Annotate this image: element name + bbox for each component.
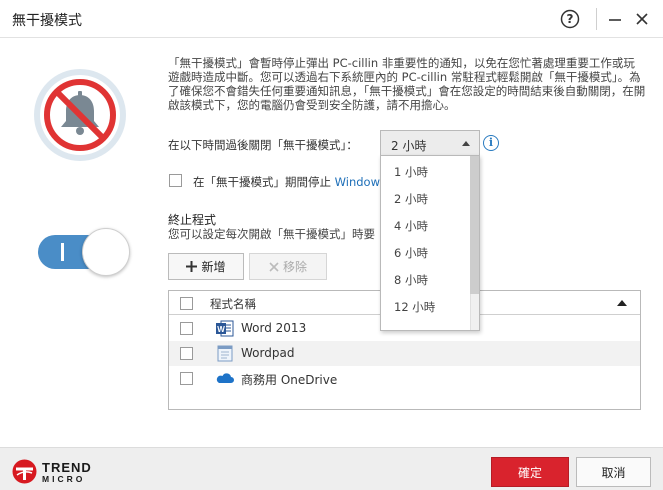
program-name: 商務用 OneDrive: [241, 373, 338, 387]
duration-selected-value: 2 小時: [391, 139, 427, 153]
program-name: Word 2013: [241, 321, 307, 335]
row-checkbox[interactable]: [180, 322, 193, 335]
column-program-name[interactable]: 程式名稱: [210, 296, 256, 312]
windows-update-link[interactable]: Windows: [335, 175, 386, 189]
close-button[interactable]: [630, 7, 654, 31]
sort-ascending-icon[interactable]: [617, 300, 627, 306]
trend-micro-logo-icon: [12, 459, 37, 484]
duration-option[interactable]: 8 小時: [381, 267, 471, 294]
close-icon: [636, 13, 648, 25]
dropdown-scrollbar[interactable]: [470, 156, 479, 330]
mode-description: 「無干擾模式」會暫時停止彈出 PC-cillin 非重要性的通知，以免在您忙著處…: [168, 56, 646, 112]
caret-up-icon: [462, 141, 470, 146]
duration-dropdown-list[interactable]: 1 小時 2 小時 4 小時 6 小時 8 小時 12 小時: [380, 155, 480, 331]
do-not-disturb-toggle[interactable]: [38, 228, 130, 276]
svg-text:?: ?: [567, 12, 574, 26]
brand-name: TREND: [42, 460, 92, 475]
cancel-button[interactable]: 取消: [576, 457, 651, 487]
help-icon: ?: [560, 9, 580, 29]
duration-option[interactable]: 1 小時: [381, 159, 471, 186]
row-checkbox[interactable]: [180, 372, 193, 385]
duration-option[interactable]: 2 小時: [381, 186, 471, 213]
window-title: 無干擾模式: [12, 13, 82, 29]
windows-update-text: 在「無干擾模式」期間停止: [193, 175, 335, 189]
remove-x-icon: [269, 261, 279, 272]
duration-option[interactable]: 6 小時: [381, 240, 471, 267]
svg-text:W: W: [217, 325, 225, 334]
add-button-label: 新增: [201, 260, 226, 274]
remove-program-button[interactable]: 移除: [249, 253, 327, 280]
terminate-section-subtitle: 您可以設定每次開啟「無干擾模式」時要: [168, 227, 375, 241]
toggle-knob[interactable]: [82, 228, 130, 276]
program-name: Wordpad: [241, 346, 295, 360]
table-row[interactable]: 商務用 OneDrive: [169, 366, 640, 391]
add-program-button[interactable]: 新增: [168, 253, 244, 280]
select-all-checkbox[interactable]: [180, 297, 193, 310]
title-bar: 無干擾模式 ?: [0, 0, 663, 38]
onedrive-icon: [216, 373, 234, 383]
minimize-icon: [609, 19, 621, 21]
brand-name-sub: MICRO: [42, 474, 86, 484]
remove-button-label: 移除: [282, 260, 307, 274]
duration-label: 在以下時間過後關閉「無干擾模式」：: [168, 138, 358, 152]
duration-option[interactable]: 4 小時: [381, 213, 471, 240]
footer: TREND MICRO 確定 取消: [0, 447, 663, 490]
info-icon[interactable]: i: [483, 135, 499, 151]
table-row[interactable]: Wordpad: [169, 341, 640, 366]
titlebar-divider: [596, 8, 597, 30]
duration-select[interactable]: 2 小時: [380, 130, 480, 156]
duration-option[interactable]: 12 小時: [381, 294, 471, 321]
plus-icon: [186, 261, 198, 272]
windows-update-checkbox[interactable]: [169, 174, 182, 187]
ok-button[interactable]: 確定: [491, 457, 569, 487]
muted-bell-icon: [34, 69, 126, 161]
wordpad-icon: [217, 345, 233, 362]
left-panel: [0, 39, 150, 447]
word-icon: W: [216, 320, 234, 337]
toggle-on-indicator: [61, 243, 64, 261]
trend-micro-logo: TREND MICRO: [12, 459, 92, 485]
help-button[interactable]: ?: [558, 7, 582, 31]
minimize-button[interactable]: [603, 7, 627, 31]
dropdown-scrollbar-thumb[interactable]: [470, 156, 479, 294]
row-checkbox[interactable]: [180, 347, 193, 360]
